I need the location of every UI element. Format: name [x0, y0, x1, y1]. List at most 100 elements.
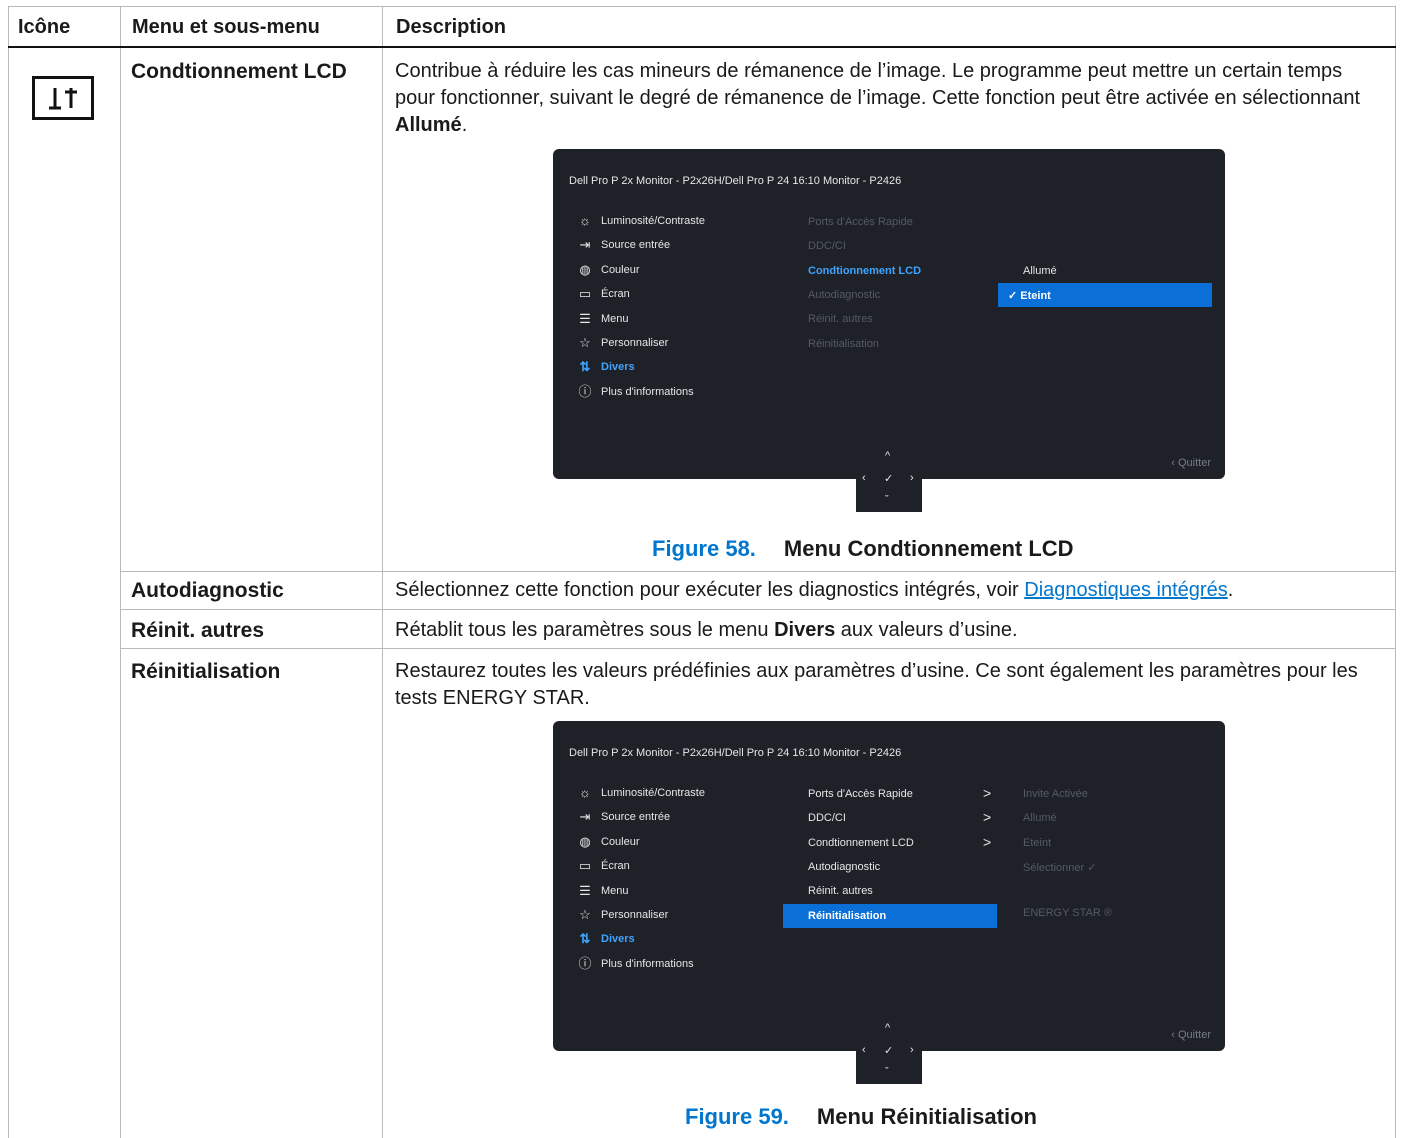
- reinit-description: Restaurez toutes les valeurs prédéfinies…: [395, 660, 1358, 709]
- input-source-icon: ⇥: [579, 237, 591, 253]
- osd-sub-item: Autodiagnostic: [808, 289, 881, 301]
- figure-58-caption: Figure 58. Menu Condtionnement LCD: [652, 536, 1074, 562]
- figure-59-caption: Figure 59. Menu Réinitialisation: [685, 1104, 1037, 1130]
- osd-main-item: ☼ Luminosité/Contraste: [577, 214, 705, 228]
- osd-quit-label: Quitter: [1177, 1029, 1211, 1041]
- osd-sub-item: DDC/CI: [808, 812, 846, 824]
- menu-reinitialisation: Réinitialisation: [131, 660, 281, 683]
- lcd-desc-end: .: [461, 114, 468, 136]
- osd-main-item: ☰ Menu: [577, 882, 629, 898]
- lcd-desc-bold: Allumé: [395, 114, 462, 136]
- header-menu: Menu et sous-menu: [132, 16, 320, 38]
- osd-select-label: Sélectionner: [1023, 862, 1085, 874]
- osd-value: Invite Activée: [1023, 788, 1088, 800]
- display-icon: ▭: [578, 858, 592, 874]
- figure-59-title: Menu Réinitialisation: [816, 1104, 1037, 1129]
- osd-sub-item-selected: Réinitialisation: [808, 910, 887, 922]
- osd-energy-star: ENERGY STAR ®: [1023, 907, 1112, 919]
- osd-quit: ‹ Quitter: [1171, 1029, 1211, 1041]
- color-icon: ◍: [579, 833, 591, 849]
- reinit-autres-description: Rétablit tous les paramètres sous le men…: [395, 617, 1385, 644]
- lcd-description: Contribue à réduire les cas mineurs de r…: [395, 58, 1385, 139]
- info-icon: ⓘ: [578, 955, 592, 971]
- info-icon: ⓘ: [578, 383, 592, 399]
- display-icon: ▭: [578, 286, 592, 302]
- misc-icon: ⇅: [579, 359, 591, 375]
- reinit-autres-desc-text: Rétablit tous les paramètres sous le men…: [395, 619, 775, 641]
- misc-icon: ⇅: [579, 931, 591, 947]
- osd-sub-item: Condtionnement LCD: [808, 837, 914, 849]
- chevron-right-icon: >: [983, 809, 992, 825]
- osd-main-item-label: Écran: [601, 288, 630, 301]
- osd-title: Dell Pro P 2x Monitor - P2x26H/Dell Pro …: [569, 175, 902, 187]
- header-icon: Icône: [18, 16, 71, 38]
- osd-value: Eteint: [1023, 837, 1052, 849]
- osd-main-item-label: Divers: [601, 361, 635, 374]
- osd-main-item-label: Menu: [601, 312, 629, 325]
- menu-autodiagnostic: Autodiagnostic: [131, 579, 284, 602]
- osd-screenshot-fig58: Dell Pro P 2x Monitor - P2x26H/Dell Pro …: [553, 149, 1225, 479]
- check-icon: ✓: [1087, 862, 1097, 874]
- brightness-icon: ☼: [579, 785, 591, 800]
- reinit-autres-desc-bold: Divers: [774, 619, 836, 641]
- osd-main-item: ⇅ Divers: [577, 360, 635, 374]
- chevron-right-icon: >: [983, 834, 992, 850]
- osd-sub-item: Réinitialisation: [808, 338, 879, 350]
- osd-main-item-label: Source entrée: [601, 811, 671, 824]
- osd-main-item-label: Source entrée: [601, 239, 671, 252]
- osd-main-item: ▭ Écran: [577, 859, 630, 873]
- osd-main-item: ◍ Couleur: [577, 833, 640, 849]
- figure-59-number: Figure 59.: [685, 1104, 789, 1129]
- osd-title: Dell Pro P 2x Monitor - P2x26H/Dell Pro …: [569, 747, 902, 759]
- osd-option-off-label: Eteint: [1020, 290, 1051, 302]
- builtin-diagnostics-link[interactable]: Diagnostiques intégrés: [1024, 579, 1227, 601]
- autodiag-desc-text: Sélectionnez cette fonction pour exécute…: [395, 579, 1025, 601]
- figure-58-title: Menu Condtionnement LCD: [783, 536, 1074, 561]
- osd-sub-item: Réinit. autres: [808, 313, 873, 325]
- osd-main-item: ⓘ Plus d'informations: [577, 383, 694, 399]
- check-icon: ✓: [1008, 290, 1021, 302]
- osd-main-item-label: Écran: [601, 860, 630, 873]
- osd-main-item: ☆ Personnaliser: [577, 908, 668, 922]
- osd-main-item-label: Plus d'informations: [601, 385, 694, 398]
- osd-main-item-label: Plus d'informations: [601, 957, 694, 970]
- star-icon: ☆: [579, 907, 591, 922]
- misc-icon: [32, 76, 94, 120]
- osd-sub-item: DDC/CI: [808, 240, 846, 252]
- chevron-right-icon: >: [983, 785, 992, 801]
- osd-main-item-label: Personnaliser: [601, 909, 669, 921]
- osd-value: Allumé: [1023, 812, 1057, 824]
- autodiag-desc-end: .: [1227, 579, 1234, 601]
- osd-main-item: ☰ Menu: [577, 310, 629, 326]
- menu-lcd-conditioning: Condtionnement LCD: [131, 60, 347, 83]
- osd-sub-item: Ports d'Accès Rapide: [808, 216, 913, 228]
- osd-main-item: ⇥ Source entrée: [577, 237, 671, 253]
- osd-main-item-label: Luminosité/Contraste: [601, 787, 705, 799]
- menu-reinit-autres: Réinit. autres: [131, 619, 265, 642]
- menu-table: Icône Menu et sous-menu Description Cond…: [8, 6, 1396, 1138]
- osd-main-item: ▭ Écran: [577, 287, 630, 301]
- osd-sub-item: Réinit. autres: [808, 885, 873, 897]
- joystick-icon: ^ ‹ ✓ › ˇ: [856, 1018, 922, 1084]
- input-source-icon: ⇥: [579, 809, 591, 825]
- osd-screenshot-fig59: Dell Pro P 2x Monitor - P2x26H/Dell Pro …: [553, 721, 1225, 1051]
- osd-main-item-label: Menu: [601, 884, 629, 897]
- osd-sub-item: Autodiagnostic: [808, 861, 881, 873]
- menu-icon: ☰: [579, 882, 591, 898]
- joystick-icon: ^ ‹ ✓ › ˇ: [856, 446, 922, 512]
- osd-select-action: Sélectionner ✓: [1023, 861, 1096, 874]
- lcd-desc-text: Contribue à réduire les cas mineurs de r…: [395, 60, 1361, 109]
- osd-sub-item: Condtionnement LCD: [808, 265, 922, 277]
- header-description: Description: [396, 16, 507, 38]
- osd-main-item: ⇅ Divers: [577, 932, 635, 946]
- osd-sub-item: Ports d'Accès Rapide: [808, 788, 913, 800]
- osd-main-item: ◍ Couleur: [577, 261, 640, 277]
- color-icon: ◍: [579, 261, 591, 277]
- reinit-autres-desc-end: aux valeurs d’usine.: [835, 619, 1018, 641]
- menu-icon: ☰: [579, 310, 591, 326]
- autodiag-description: Sélectionnez cette fonction pour exécute…: [395, 577, 1395, 604]
- osd-main-item-label: Couleur: [601, 835, 640, 848]
- osd-quit-label: Quitter: [1177, 457, 1211, 469]
- osd-main-item-label: Couleur: [601, 263, 640, 276]
- osd-main-item: ☼ Luminosité/Contraste: [577, 786, 705, 800]
